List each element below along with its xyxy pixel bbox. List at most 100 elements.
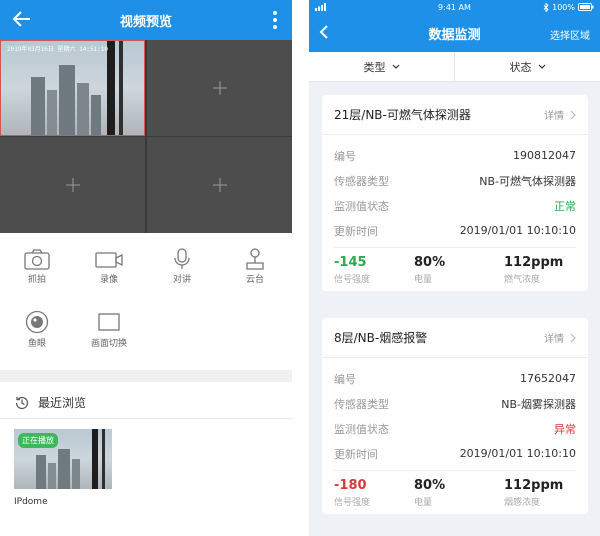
battery-stat: 80% 电量: [414, 255, 504, 285]
type-filter-label: 类型: [363, 60, 386, 74]
serial-label: 编号: [334, 149, 356, 163]
data-monitor-header: 数据监测 选择区域: [309, 14, 600, 52]
status-row: 监测值状态 正常: [334, 193, 576, 218]
sensor-name: 21层/NB-可燃气体探测器: [334, 108, 471, 122]
updated-label: 更新时间: [334, 224, 378, 238]
status-filter-dropdown[interactable]: 状态: [454, 52, 600, 81]
sensor-type-label: 传感器类型: [334, 174, 389, 188]
sensor-info: 编号 17652047 传感器类型 NB-烟雾探测器 监测值状态 异常 更新时间…: [322, 358, 588, 470]
add-channel-icon: [212, 81, 227, 95]
add-channel-icon: [65, 178, 80, 192]
snapshot-button[interactable]: 抓拍: [12, 248, 62, 285]
add-channel-icon: [212, 178, 227, 192]
battery-value: 80%: [414, 478, 446, 493]
back-chevron-icon[interactable]: [317, 24, 331, 40]
updated-value: 2019/01/01 10:10:10: [459, 224, 576, 237]
status-value: 正常: [554, 199, 576, 213]
battery-caption: 电量: [414, 275, 433, 285]
reading-caption: 烟感浓度: [504, 498, 541, 508]
fisheye-button[interactable]: 鱼眼: [12, 310, 62, 349]
type-filter-dropdown[interactable]: 类型: [309, 52, 454, 81]
signal-stat: -180 信号强度: [334, 478, 414, 508]
talk-label: 对讲: [172, 275, 191, 285]
reading-stat: 112ppm 烟感浓度: [504, 478, 563, 508]
screen-switch-button[interactable]: 画面切换: [84, 310, 134, 349]
sensor-type-label: 传感器类型: [334, 397, 389, 411]
serial-row: 编号 190812047: [334, 143, 576, 168]
status-row: 监测值状态 异常: [334, 416, 576, 441]
signal-value: -145: [334, 255, 367, 270]
chevron-right-icon: [570, 110, 576, 119]
sensor-name: 8层/NB-烟感报警: [334, 331, 428, 345]
signal-caption: 信号强度: [334, 498, 371, 508]
status-label: 监测值状态: [334, 422, 389, 436]
section-divider: [0, 370, 292, 382]
page-title: 数据监测: [428, 27, 481, 43]
updated-row: 更新时间 2019/01/01 10:10:10: [334, 218, 576, 243]
recent-thumbnail[interactable]: 正在播放: [14, 429, 112, 489]
talk-button[interactable]: 对讲: [157, 248, 207, 285]
signal-value: -180: [334, 478, 367, 493]
record-button[interactable]: 录像: [84, 248, 134, 285]
serial-value: 190812047: [513, 149, 576, 162]
signal-stat: -145 信号强度: [334, 255, 414, 285]
updated-value: 2019/01/01 10:10:10: [459, 447, 576, 460]
camera-icon: [24, 249, 50, 270]
chevron-down-icon: [392, 64, 399, 69]
battery-value: 80%: [414, 255, 446, 270]
sensor-type-value: NB-可燃气体探测器: [479, 174, 576, 188]
select-area-button[interactable]: 选择区域: [550, 27, 590, 42]
microphone-icon: [174, 248, 190, 269]
video-grid: 2019年03月16日 星期六 14:51:10: [0, 40, 292, 233]
sensor-card-header: 8层/NB-烟感报警 详情: [322, 318, 588, 358]
recent-section-header: 最近浏览: [14, 394, 86, 411]
back-arrow-icon[interactable]: [10, 7, 34, 31]
ptz-label: 云台: [245, 275, 264, 285]
record-label: 录像: [99, 275, 118, 285]
sensor-stats: -180 信号强度 80% 电量 112ppm 烟感浓度: [322, 471, 588, 514]
chevron-right-icon: [570, 333, 576, 342]
signal-caption: 信号强度: [334, 275, 371, 285]
video-cell-3[interactable]: [0, 137, 145, 233]
camera-osd-timestamp: 2019年03月16日 星期六 14:51:10: [7, 46, 109, 53]
chevron-down-icon: [538, 64, 545, 69]
joystick-icon: [246, 248, 264, 270]
filter-bar: 类型 状态: [309, 52, 600, 82]
sensor-card[interactable]: 21层/NB-可燃气体探测器 详情 编号 190812047 传感器类型 NB-…: [322, 95, 588, 291]
status-label: 监测值状态: [334, 199, 389, 213]
detail-link[interactable]: 详情: [544, 330, 576, 345]
ptz-button[interactable]: 云台: [230, 248, 280, 285]
video-cell-1[interactable]: 2019年03月16日 星期六 14:51:10: [0, 40, 145, 136]
data-monitor-screen: 9:41 AM 100% 数据监测 选择区域 类型 状态 21层/NB-可燃气体…: [309, 0, 600, 536]
snapshot-label: 抓拍: [27, 275, 46, 285]
sensor-type-row: 传感器类型 NB-可燃气体探测器: [334, 168, 576, 193]
detail-label: 详情: [544, 111, 564, 122]
now-playing-badge: 正在播放: [18, 433, 58, 448]
status-bar: 9:41 AM 100%: [309, 0, 600, 14]
device-name: IPdome: [14, 497, 48, 507]
more-options-icon[interactable]: [272, 10, 278, 30]
video-preview-header: 视频预览: [0, 0, 292, 40]
detail-link[interactable]: 详情: [544, 107, 576, 122]
divider: [0, 418, 292, 419]
detail-label: 详情: [544, 334, 564, 345]
video-cell-4[interactable]: [147, 137, 292, 233]
battery-caption: 电量: [414, 498, 433, 508]
reading-value: 112ppm: [504, 255, 564, 270]
fisheye-icon: [25, 310, 49, 334]
status-filter-label: 状态: [509, 60, 532, 74]
reading-caption: 燃气浓度: [504, 275, 541, 285]
serial-value: 17652047: [520, 372, 576, 385]
status-value: 异常: [554, 422, 576, 436]
serial-row: 编号 17652047: [334, 366, 576, 391]
video-cell-2[interactable]: [147, 40, 292, 136]
video-preview-screen: 视频预览 2019年03月16日 星期六 14:51:10 抓拍 录像 对讲 云…: [0, 0, 292, 536]
sensor-card[interactable]: 8层/NB-烟感报警 详情 编号 17652047 传感器类型 NB-烟雾探测器…: [322, 318, 588, 514]
recent-section-title: 最近浏览: [38, 396, 87, 410]
sensor-info: 编号 190812047 传感器类型 NB-可燃气体探测器 监测值状态 正常 更…: [322, 135, 588, 247]
history-clock-icon: [15, 396, 29, 409]
sensor-stats: -145 信号强度 80% 电量 112ppm 燃气浓度: [322, 248, 588, 291]
page-title: 视频预览: [119, 14, 172, 30]
battery-stat: 80% 电量: [414, 478, 504, 508]
sensor-type-row: 传感器类型 NB-烟雾探测器: [334, 391, 576, 416]
